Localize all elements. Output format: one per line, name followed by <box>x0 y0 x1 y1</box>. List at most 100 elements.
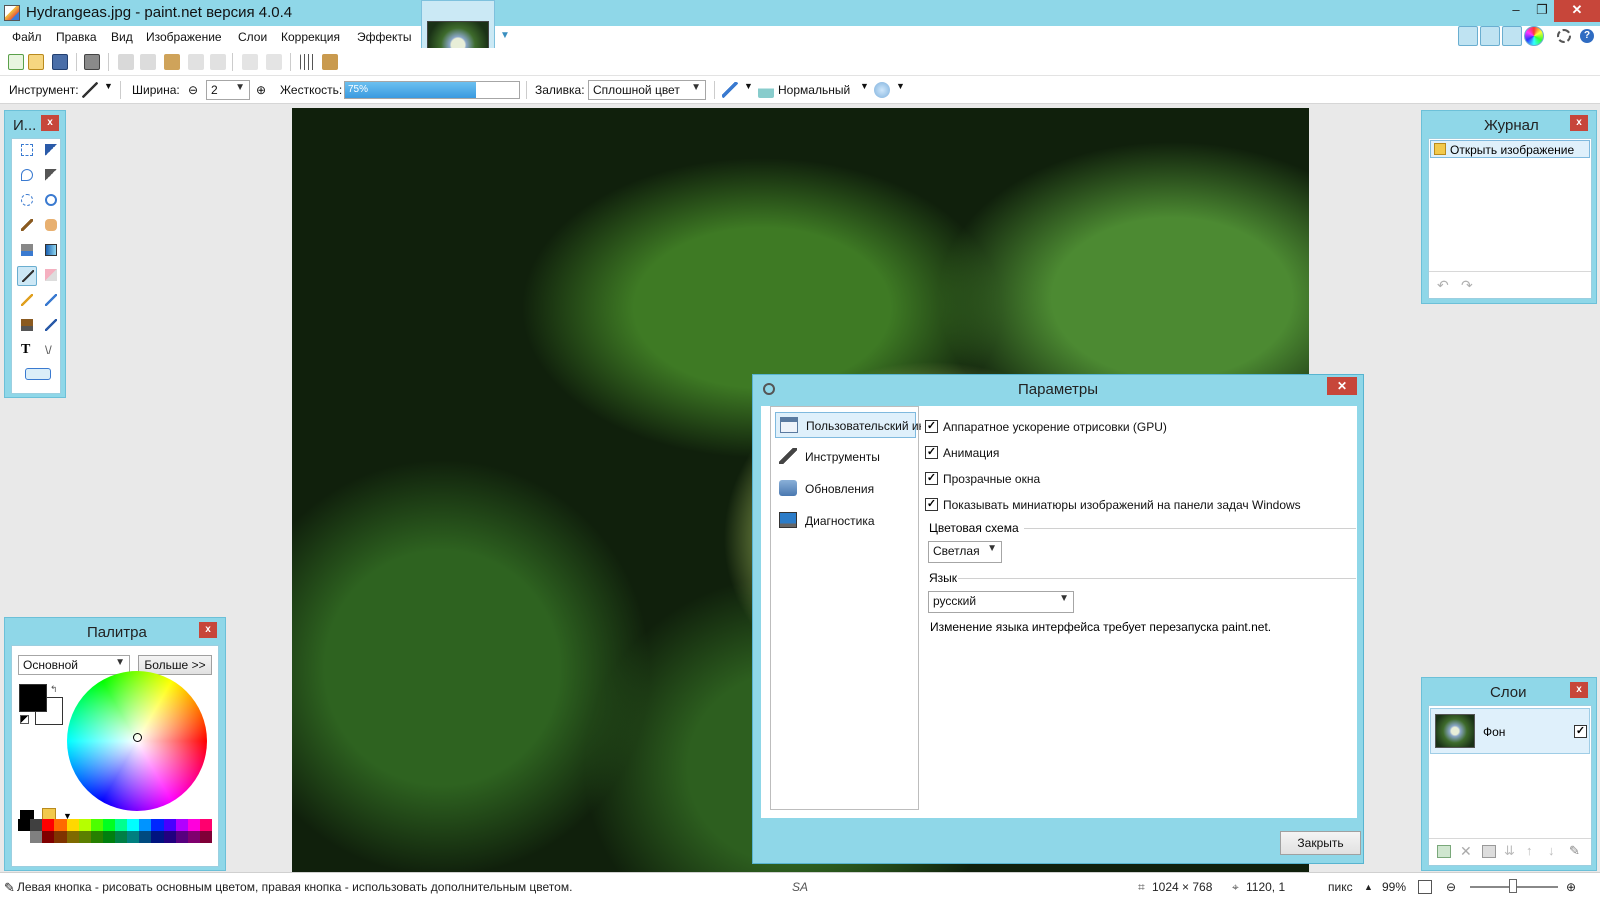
palette-swatch[interactable] <box>42 831 55 843</box>
copy-icon[interactable] <box>140 54 156 70</box>
animation-checkbox[interactable]: ✓ <box>925 446 938 459</box>
recolor-tool-icon[interactable] <box>41 316 61 336</box>
magic-wand-tool-icon[interactable] <box>17 216 37 236</box>
move-selected-pixels-tool-icon[interactable] <box>41 141 61 161</box>
translucent-windows-checkbox[interactable]: ✓ <box>925 472 938 485</box>
palette-swatch[interactable] <box>175 831 188 843</box>
width-increase-icon[interactable]: ⊕ <box>256 83 266 97</box>
palette-swatch[interactable] <box>66 819 79 831</box>
palette-panel-close-button[interactable]: x <box>199 622 217 638</box>
palette-swatch[interactable] <box>30 819 43 831</box>
color-wheel-marker[interactable] <box>133 733 142 742</box>
clone-stamp-tool-icon[interactable] <box>17 316 37 336</box>
redo-icon[interactable] <box>266 54 282 70</box>
menu-adjustments[interactable]: Коррекция <box>281 30 340 44</box>
palette-swatch[interactable] <box>139 819 152 831</box>
palette-swatch[interactable] <box>199 831 212 843</box>
menu-effects[interactable]: Эффекты <box>357 30 412 44</box>
rectangle-select-tool-icon[interactable] <box>17 141 37 161</box>
palette-swatch[interactable] <box>151 831 164 843</box>
cut-icon[interactable] <box>118 54 134 70</box>
gpu-acceleration-checkbox[interactable]: ✓ <box>925 420 938 433</box>
minimize-button[interactable]: – <box>1502 0 1530 22</box>
zoom-out-icon[interactable]: ⊖ <box>1446 880 1456 894</box>
palette-swatch[interactable] <box>90 819 103 831</box>
layers-window-toggle-icon[interactable] <box>1502 26 1522 46</box>
palette-swatch[interactable] <box>18 831 31 843</box>
close-dialog-button[interactable]: Закрыть <box>1280 831 1361 855</box>
shapes-tool-icon[interactable] <box>21 365 57 385</box>
text-tool-icon[interactable]: T <box>17 341 37 361</box>
taskbar-thumbnails-checkbox[interactable]: ✓ <box>925 498 938 511</box>
palette-swatch[interactable] <box>199 819 212 831</box>
open-file-icon[interactable] <box>28 54 44 70</box>
primary-color-swatch[interactable] <box>19 684 47 712</box>
new-file-icon[interactable] <box>8 54 24 70</box>
undo-icon[interactable] <box>242 54 258 70</box>
palette-swatch[interactable] <box>139 831 152 843</box>
selection-mode-icon[interactable] <box>874 82 890 98</box>
reset-colors-icon[interactable] <box>20 715 29 724</box>
width-decrease-icon[interactable]: ⊖ <box>188 83 198 97</box>
hardness-slider[interactable]: 75% <box>344 81 520 99</box>
nav-item-tools[interactable]: Инструменты <box>775 444 916 470</box>
menu-layers[interactable]: Слои <box>238 30 267 44</box>
layers-panel-close-button[interactable]: x <box>1570 682 1588 698</box>
palette-swatch[interactable] <box>187 819 200 831</box>
tools-panel-close-button[interactable]: x <box>41 115 59 131</box>
gradient-tool-icon[interactable] <box>41 241 61 261</box>
palette-swatch[interactable] <box>78 819 91 831</box>
close-window-button[interactable]: ✕ <box>1554 0 1600 22</box>
history-redo-icon[interactable]: ↷ <box>1461 277 1473 294</box>
settings-gear-icon[interactable] <box>1557 29 1571 43</box>
palette-swatch[interactable] <box>102 819 115 831</box>
selection-mode-dropdown-arrow-icon[interactable]: ▼ <box>896 81 905 91</box>
language-combobox[interactable]: русский ▼ <box>928 591 1074 613</box>
crop-to-selection-icon[interactable] <box>188 54 204 70</box>
delete-layer-icon[interactable]: ✕ <box>1460 843 1472 860</box>
duplicate-layer-icon[interactable] <box>1482 845 1496 858</box>
merge-layer-down-icon[interactable]: ⇊ <box>1504 843 1515 859</box>
nav-item-updates[interactable]: Обновления <box>775 476 916 502</box>
help-icon[interactable]: ? <box>1580 29 1594 43</box>
tab-list-chevron-icon[interactable]: ▼ <box>500 30 510 41</box>
fill-combobox[interactable]: Сплошной цвет ▼ <box>588 80 706 100</box>
paintbrush-icon[interactable] <box>82 82 98 98</box>
zoom-to-window-icon[interactable] <box>1418 880 1432 894</box>
eraser-tool-icon[interactable] <box>41 266 61 286</box>
pan-hand-tool-icon[interactable] <box>41 216 61 236</box>
history-panel-close-button[interactable]: x <box>1570 115 1588 131</box>
grid-icon[interactable] <box>300 54 316 70</box>
palette-swatch[interactable] <box>42 819 55 831</box>
palette-mode-combobox[interactable]: Основной ▼ <box>18 655 130 675</box>
color-picker-tool-icon[interactable] <box>41 291 61 311</box>
palette-swatch[interactable] <box>163 831 176 843</box>
move-layer-up-icon[interactable]: ↑ <box>1526 843 1533 858</box>
palette-swatch[interactable] <box>115 819 128 831</box>
print-icon[interactable] <box>84 54 100 70</box>
palette-swatch[interactable] <box>54 819 67 831</box>
palette-swatch[interactable] <box>127 819 140 831</box>
palette-swatch[interactable] <box>127 831 140 843</box>
save-file-icon[interactable] <box>52 54 68 70</box>
deselect-icon[interactable] <box>210 54 226 70</box>
pencil-tool-icon[interactable] <box>17 291 37 311</box>
maximize-button[interactable]: ❐ <box>1530 0 1554 22</box>
move-selection-tool-icon[interactable] <box>41 166 61 186</box>
palette-swatch[interactable] <box>78 831 91 843</box>
menu-view[interactable]: Вид <box>111 30 133 44</box>
antialiasing-icon[interactable] <box>722 82 738 98</box>
palette-swatch[interactable] <box>90 831 103 843</box>
units-dropdown-arrow-icon[interactable]: ▲ <box>1364 882 1373 892</box>
history-item[interactable]: Открыть изображение <box>1430 140 1590 158</box>
paintbrush-tool-icon[interactable] <box>17 266 37 286</box>
menu-file[interactable]: Файл <box>12 30 42 44</box>
line-curve-tool-icon[interactable]: \/ <box>41 341 61 361</box>
blend-mode-dropdown-arrow-icon[interactable]: ▼ <box>860 81 869 91</box>
paste-icon[interactable] <box>164 54 180 70</box>
zoom-level[interactable]: 99% <box>1382 880 1406 894</box>
layer-row[interactable]: Фон ✓ <box>1430 708 1590 754</box>
color-scheme-combobox[interactable]: Светлая ▼ <box>928 541 1002 563</box>
blend-mode-value[interactable]: Нормальный <box>778 83 850 97</box>
nav-item-diagnostics[interactable]: Диагностика <box>775 508 916 534</box>
